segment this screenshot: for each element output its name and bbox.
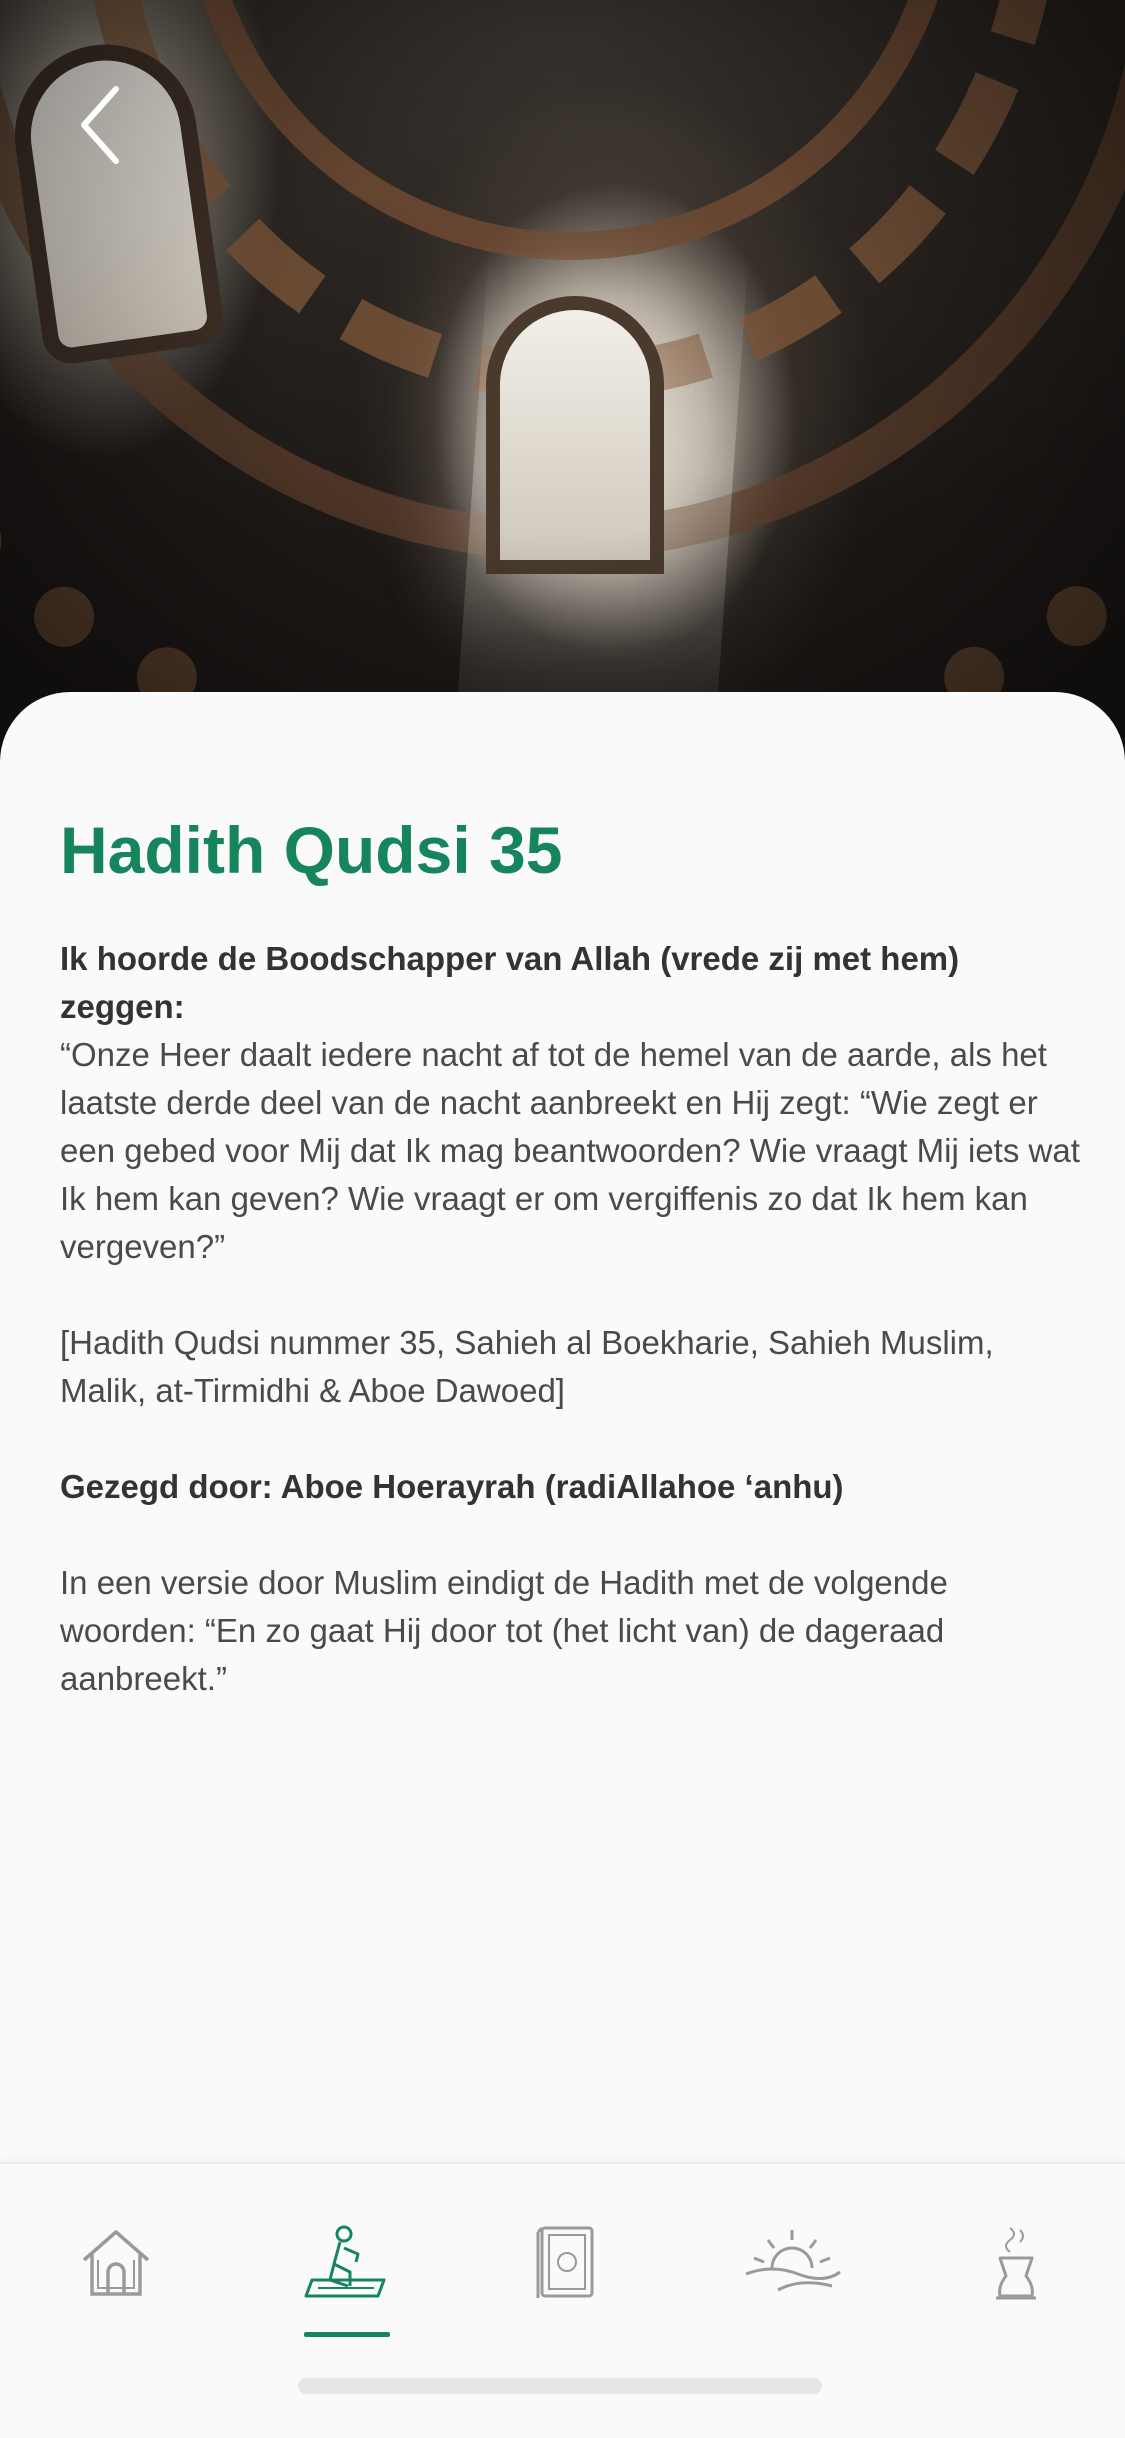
nav-prayer[interactable] [286,2224,406,2344]
hadith-note: In een versie door Muslim eindigt de Had… [60,1564,948,1697]
prayer-icon [304,2225,386,2298]
hadith-quote: “Onze Heer daalt iedere nacht af tot de … [60,1036,1080,1265]
page-title: Hadith Qudsi 35 [60,813,563,887]
lamp-icon [996,2227,1036,2300]
nav-quran[interactable] [506,2224,626,2344]
nav-home[interactable] [56,2224,176,2344]
chevron-left-icon [81,86,119,164]
nav-prayer-times[interactable] [732,2224,852,2344]
hero-image [0,0,1125,760]
quran-book-icon [536,2226,594,2298]
bottom-nav [0,2162,1125,2438]
home-icon [82,2230,150,2296]
sunrise-icon [745,2230,841,2292]
hadith-text: Ik hoorde de Boodschapper van Allah (vre… [60,935,1080,1703]
hadith-source: [Hadith Qudsi nummer 35, Sahieh al Boekh… [60,1324,994,1409]
nav-more[interactable] [956,2224,1076,2344]
hadith-intro: Ik hoorde de Boodschapper van Allah (vre… [60,940,960,1025]
back-button[interactable] [70,80,130,170]
home-indicator [298,2378,822,2394]
hadith-narrator: Gezegd door: Aboe Hoerayrah (radiAllahoe… [60,1468,844,1505]
